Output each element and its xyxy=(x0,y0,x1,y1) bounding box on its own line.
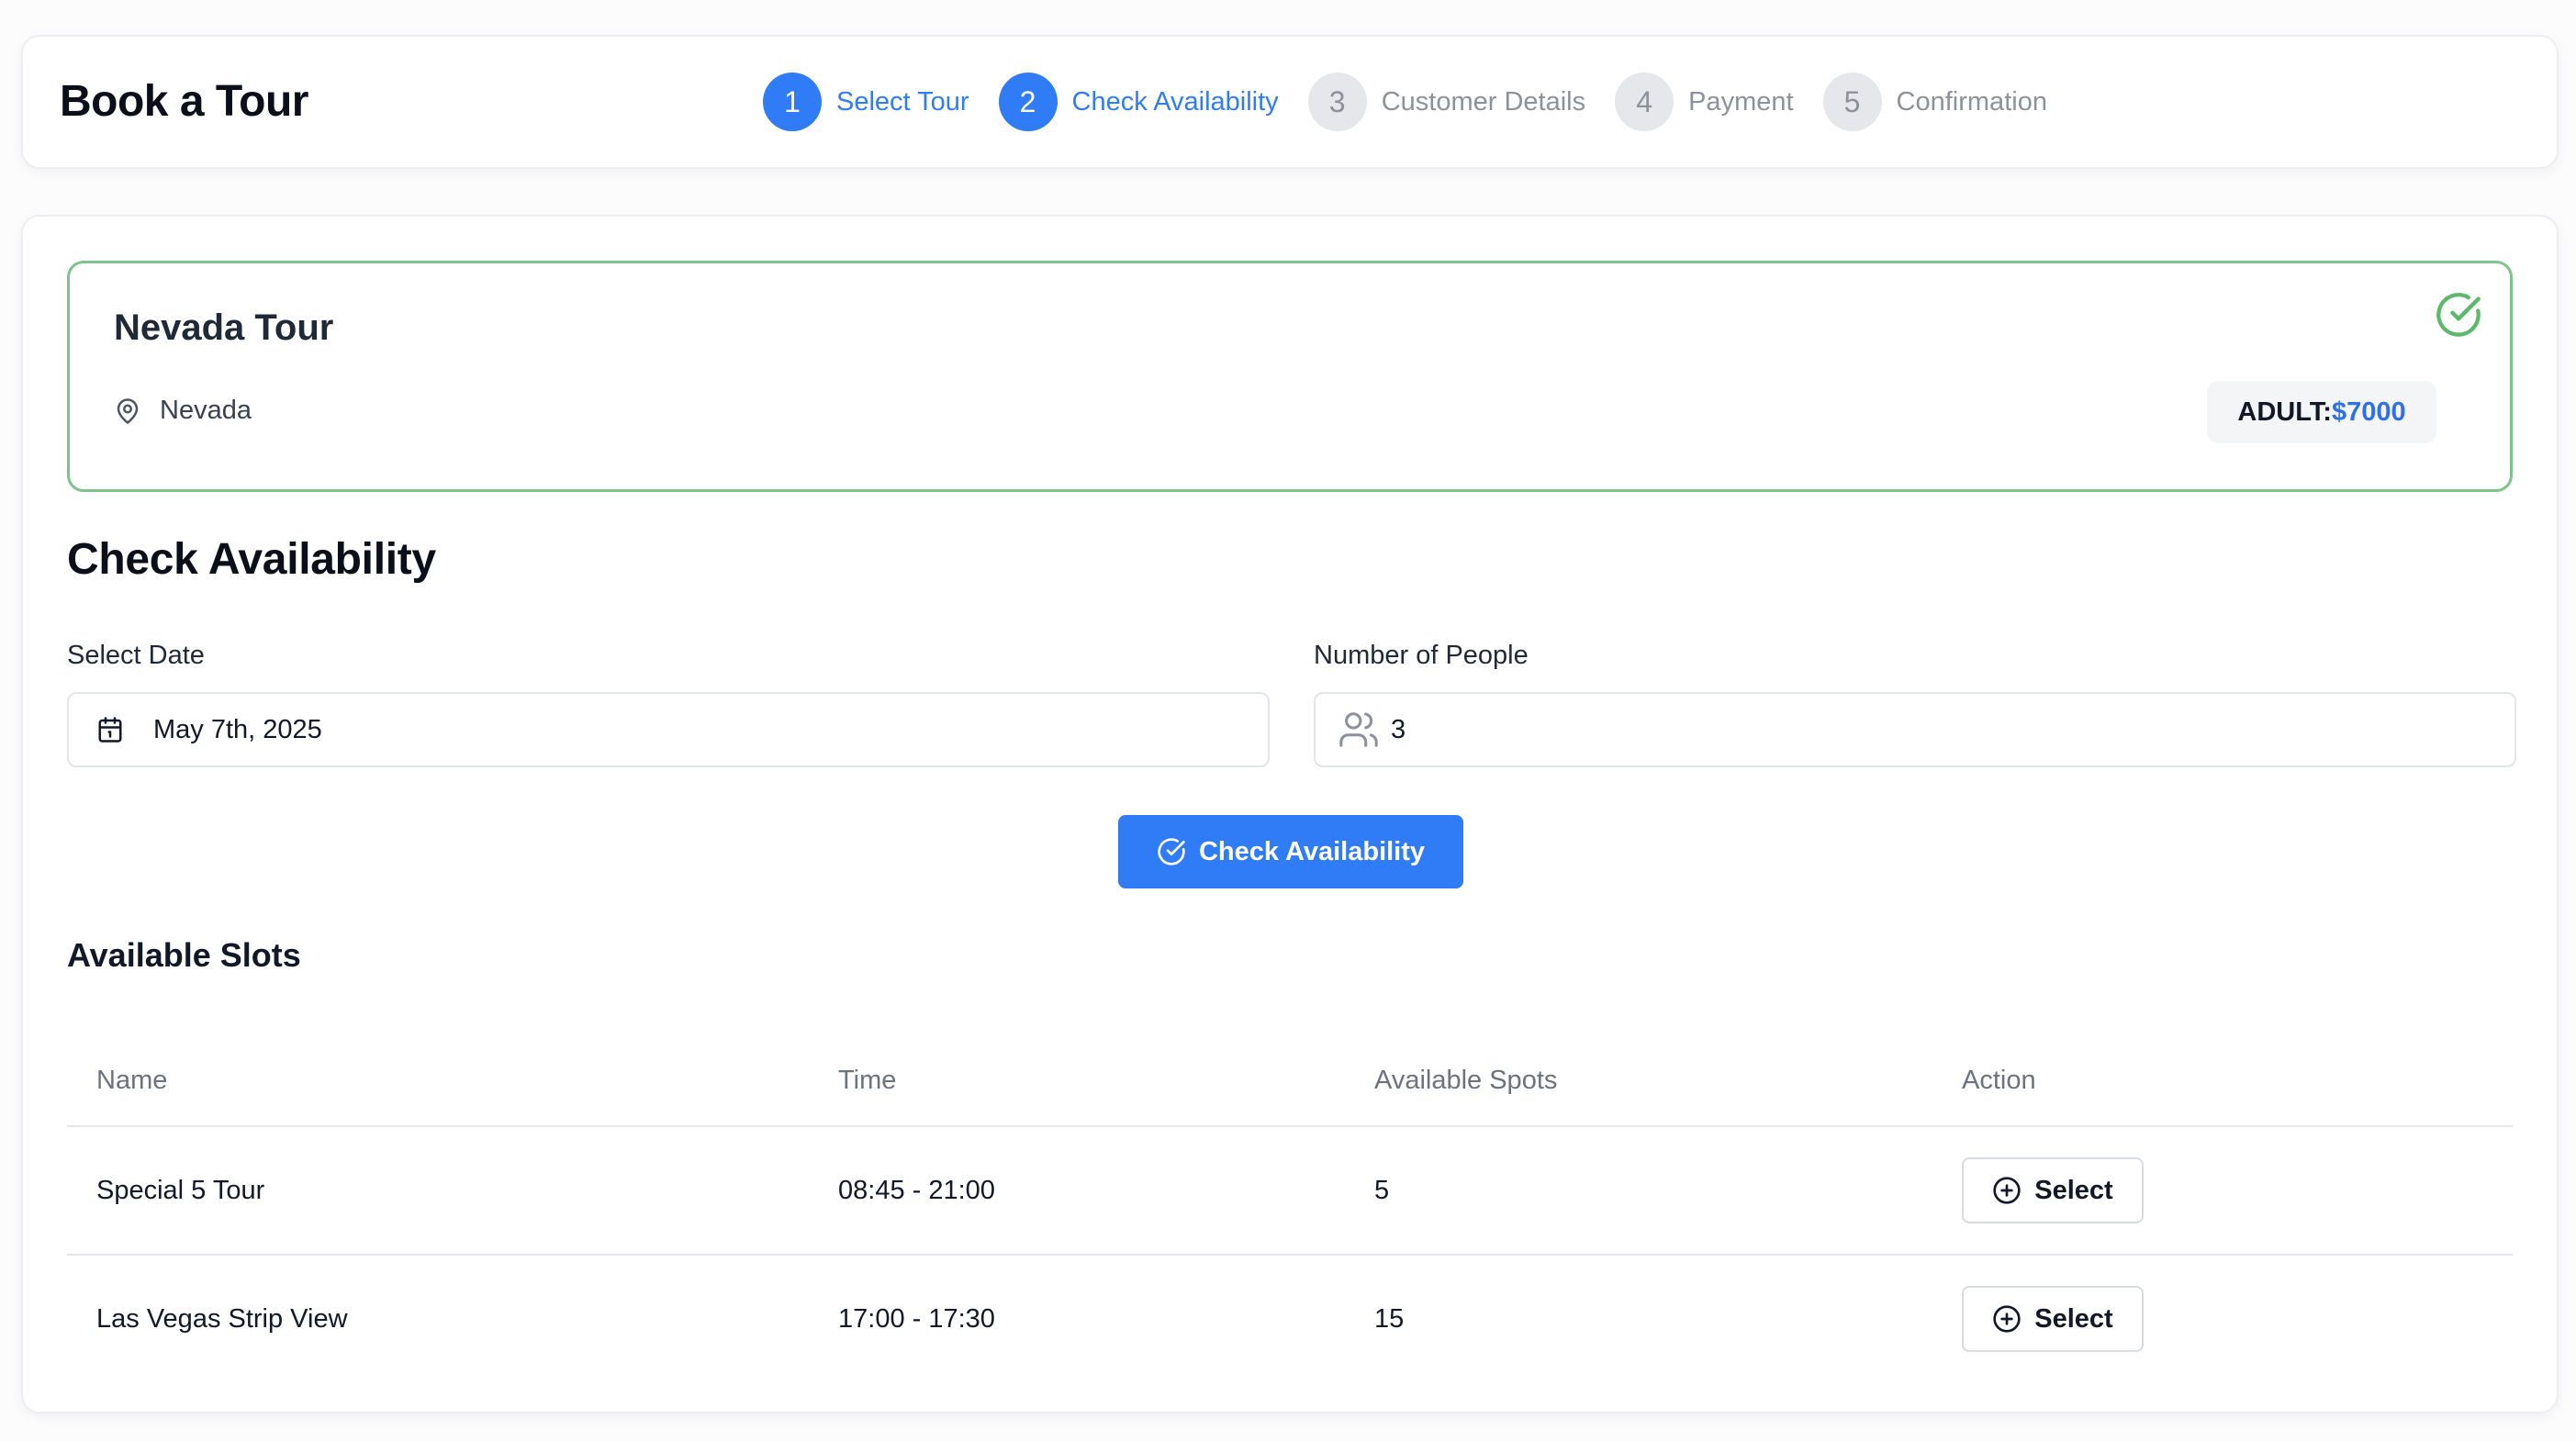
booking-stepper: 1 Select Tour 2 Check Availability 3 Cus… xyxy=(763,37,2077,167)
tour-location: Nevada xyxy=(114,396,252,426)
step-number: 1 xyxy=(763,73,822,131)
price-value: $7000 xyxy=(2331,397,2406,427)
slot-action-cell: Select xyxy=(1962,1127,2144,1254)
step-payment[interactable]: 4 Payment xyxy=(1615,73,1794,131)
column-header-name: Name xyxy=(96,1065,168,1095)
map-pin-icon xyxy=(117,397,139,424)
users-icon xyxy=(1339,712,1378,747)
slot-action-cell: Select xyxy=(1962,1256,2144,1382)
check-availability-button[interactable]: Check Availability xyxy=(1118,815,1463,888)
slot-spots: 15 xyxy=(1374,1303,1405,1334)
step-label: Payment xyxy=(1688,86,1794,117)
step-number: 5 xyxy=(1822,73,1882,131)
people-input[interactable]: 3 xyxy=(1314,692,2516,767)
step-number: 3 xyxy=(1307,73,1367,131)
step-label: Confirmation xyxy=(1896,86,2047,117)
select-slot-button-label: Select xyxy=(2034,1303,2113,1334)
calendar-icon xyxy=(98,717,122,743)
tour-location-text: Nevada xyxy=(160,396,252,425)
selected-tour-card[interactable]: Nevada Tour Nevada ADULT: $7000 xyxy=(67,261,2513,492)
check-availability-button-label: Check Availability xyxy=(1198,836,1426,866)
slots-table: Name Time Available Spots Action Special… xyxy=(67,1035,2513,1382)
select-slot-button[interactable]: Select xyxy=(1962,1286,2144,1352)
booking-main-card: Nevada Tour Nevada ADULT: $7000 Check Ava… xyxy=(21,215,2559,1413)
tour-name: Nevada Tour xyxy=(114,307,334,348)
price-badge: ADULT: $7000 xyxy=(2207,381,2436,443)
people-value: 3 xyxy=(1391,714,1406,744)
step-check-availability[interactable]: 2 Check Availability xyxy=(998,73,1279,131)
price-label: ADULT: xyxy=(2237,397,2332,427)
step-label: Check Availability xyxy=(1071,86,1279,117)
step-select-tour[interactable]: 1 Select Tour xyxy=(763,73,969,131)
step-label: Select Tour xyxy=(836,86,969,117)
plus-circle-icon xyxy=(1993,1177,2021,1204)
date-label: Select Date xyxy=(67,641,205,670)
select-slot-button[interactable]: Select xyxy=(1962,1157,2144,1223)
page-title: Book a Tour xyxy=(60,77,308,126)
column-header-time: Time xyxy=(838,1065,897,1095)
step-customer-details[interactable]: 3 Customer Details xyxy=(1307,73,1586,131)
date-value: May 7th, 2025 xyxy=(153,714,322,744)
slot-time: 08:45 - 21:00 xyxy=(838,1175,995,1205)
people-label: Number of People xyxy=(1314,641,1529,670)
step-number: 4 xyxy=(1615,73,1674,131)
slot-time: 17:00 - 17:30 xyxy=(838,1303,995,1334)
availability-title: Check Availability xyxy=(67,535,436,584)
step-confirmation[interactable]: 5 Confirmation xyxy=(1822,73,2047,131)
step-label: Customer Details xyxy=(1381,86,1586,117)
select-slot-button-label: Select xyxy=(2034,1175,2113,1205)
available-slots-title: Available Slots xyxy=(67,936,301,974)
check-circle-icon xyxy=(1158,838,1185,866)
table-row: Las Vegas Strip View 17:00 - 17:30 15 Se… xyxy=(67,1256,2513,1382)
slot-name: Las Vegas Strip View xyxy=(96,1303,348,1334)
date-picker[interactable]: May 7th, 2025 xyxy=(67,692,1270,767)
check-circle-icon xyxy=(2436,293,2481,337)
booking-header: Book a Tour 1 Select Tour 2 Check Availa… xyxy=(21,35,2559,169)
column-header-spots: Available Spots xyxy=(1374,1065,1558,1095)
plus-circle-icon xyxy=(1993,1305,2021,1333)
slot-spots: 5 xyxy=(1374,1175,1390,1205)
column-header-action: Action xyxy=(1962,1065,2036,1095)
table-row: Special 5 Tour 08:45 - 21:00 5 Select xyxy=(67,1127,2513,1256)
table-header-row: Name Time Available Spots Action xyxy=(67,1035,2513,1127)
slot-name: Special 5 Tour xyxy=(96,1175,265,1205)
step-number: 2 xyxy=(998,73,1058,131)
